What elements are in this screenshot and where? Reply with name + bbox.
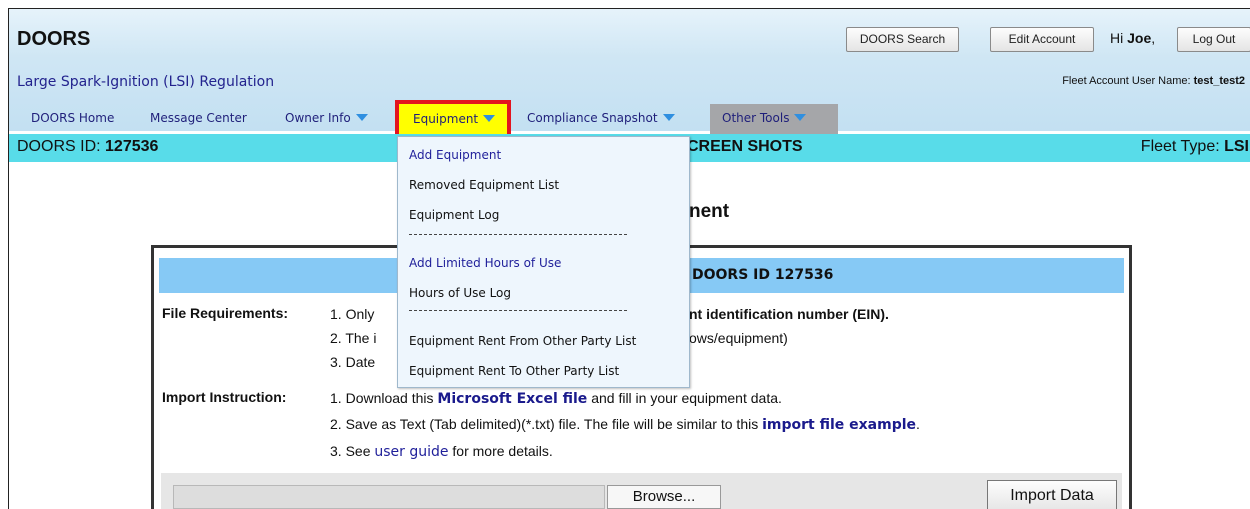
import-bar: Browse... Import Data (161, 473, 1122, 509)
menu-separator (409, 310, 627, 311)
import-step-3-num: 3. (330, 443, 342, 459)
main-nav: DOORS Home Message Center Owner Info Com… (9, 105, 1250, 133)
file-req-3: 3. Date (330, 354, 375, 370)
chevron-down-icon (794, 114, 807, 121)
file-req-2: 2. The i (330, 330, 376, 346)
fleet-type: Fleet Type: LSI (1141, 138, 1249, 156)
id-bar-center-text: CREEN SHOTS (687, 138, 803, 155)
nav-doors-home[interactable]: DOORS Home (31, 105, 114, 133)
import-step-2-num: 2. (330, 416, 342, 432)
file-req-1-num: 1. (330, 306, 342, 322)
menu-add-equipment[interactable]: Add Equipment (409, 148, 501, 162)
import-step-3: 3. See user guide for more details. (330, 443, 553, 460)
page-title: nent (689, 201, 730, 222)
fleet-user-label: Fleet Account User Name: (1062, 75, 1191, 87)
import-step-1-after: and fill in your equipment data. (591, 390, 782, 406)
nav-equipment-text: Equipment (413, 112, 496, 126)
excel-file-link[interactable]: Microsoft Excel file (437, 391, 587, 407)
fleet-user: Fleet Account User Name: test_test2 (1062, 75, 1245, 87)
greeting-name: Joe (1127, 30, 1152, 46)
greeting: Hi Joe, (1110, 30, 1155, 46)
menu-equipment-log[interactable]: Equipment Log (409, 208, 499, 222)
nav-owner-info[interactable]: Owner Info (285, 105, 368, 133)
app-logo: DOORS (17, 28, 91, 50)
greeting-prefix: Hi (1110, 30, 1124, 46)
file-req-1: 1. Only (330, 306, 374, 322)
menu-separator (409, 234, 627, 235)
chevron-down-icon (483, 115, 496, 122)
fleet-type-value: LSI (1224, 138, 1249, 155)
menu-rent-to-other-party[interactable]: Equipment Rent To Other Party List (409, 364, 619, 378)
doors-search-button[interactable]: DOORS Search (846, 27, 959, 52)
import-panel-heading: DOORS ID 127536 (692, 267, 834, 283)
import-step-1-before: Download this (345, 390, 434, 406)
import-step-1-num: 1. (330, 390, 342, 406)
greeting-suffix: , (1151, 30, 1156, 46)
import-file-example-link[interactable]: import file example (762, 417, 916, 433)
browse-button[interactable]: Browse... (607, 485, 721, 509)
import-step-2-before: Save as Text (Tab delimited)(*.txt) file… (345, 416, 759, 432)
file-req-2-tail: ows/equipment) (689, 330, 788, 346)
nav-compliance-label: Compliance Snapshot (527, 111, 658, 125)
file-req-3-text: Date (345, 354, 376, 370)
file-req-2-text: The i (345, 330, 377, 346)
regulation-title: Large Spark-Ignition (LSI) Regulation (17, 74, 275, 90)
file-req-2-num: 2. (330, 330, 342, 346)
edit-account-button[interactable]: Edit Account (990, 27, 1094, 52)
nav-compliance-snapshot[interactable]: Compliance Snapshot (527, 105, 675, 133)
nav-other-tools[interactable]: Other Tools (722, 105, 807, 133)
import-step-2-after: . (916, 416, 920, 432)
import-step-3-before: See (345, 443, 371, 459)
equipment-dropdown-menu: Add Equipment Removed Equipment List Equ… (397, 136, 690, 388)
nav-owner-info-label: Owner Info (285, 111, 351, 125)
doors-id: DOORS ID: 127536 (17, 138, 158, 156)
import-data-button[interactable]: Import Data (987, 480, 1117, 509)
file-path-field[interactable] (173, 485, 605, 509)
menu-removed-equipment-list[interactable]: Removed Equipment List (409, 178, 559, 192)
nav-equipment-label: Equipment (413, 112, 479, 126)
doors-id-label: DOORS ID: (17, 138, 101, 155)
fleet-user-value: test_test2 (1193, 75, 1245, 87)
chevron-down-icon (662, 114, 675, 121)
import-step-1: 1. Download this Microsoft Excel file an… (330, 390, 782, 407)
import-step-2: 2. Save as Text (Tab delimited)(*.txt) f… (330, 416, 920, 433)
nav-message-center[interactable]: Message Center (150, 105, 247, 133)
nav-other-tools-label: Other Tools (722, 111, 790, 125)
user-guide-link[interactable]: user guide (374, 444, 448, 460)
menu-add-limited-hours[interactable]: Add Limited Hours of Use (409, 256, 561, 270)
file-requirements-label: File Requirements: (162, 305, 289, 321)
file-req-1-tail: nt identification number (EIN). (689, 306, 889, 322)
import-instruction-label: Import Instruction: (162, 389, 287, 405)
menu-rent-from-other-party[interactable]: Equipment Rent From Other Party List (409, 334, 636, 348)
doors-id-value: 127536 (105, 138, 159, 155)
menu-hours-of-use-log[interactable]: Hours of Use Log (409, 286, 511, 300)
file-req-3-num: 3. (330, 354, 342, 370)
fleet-type-label: Fleet Type: (1140, 138, 1220, 155)
file-req-1-text: Only (345, 306, 375, 322)
logout-button[interactable]: Log Out (1177, 27, 1250, 52)
import-step-3-after: for more details. (452, 443, 553, 459)
chevron-down-icon (355, 114, 368, 121)
app-frame: DOORS DOORS Search Edit Account Hi Joe, … (8, 8, 1250, 509)
